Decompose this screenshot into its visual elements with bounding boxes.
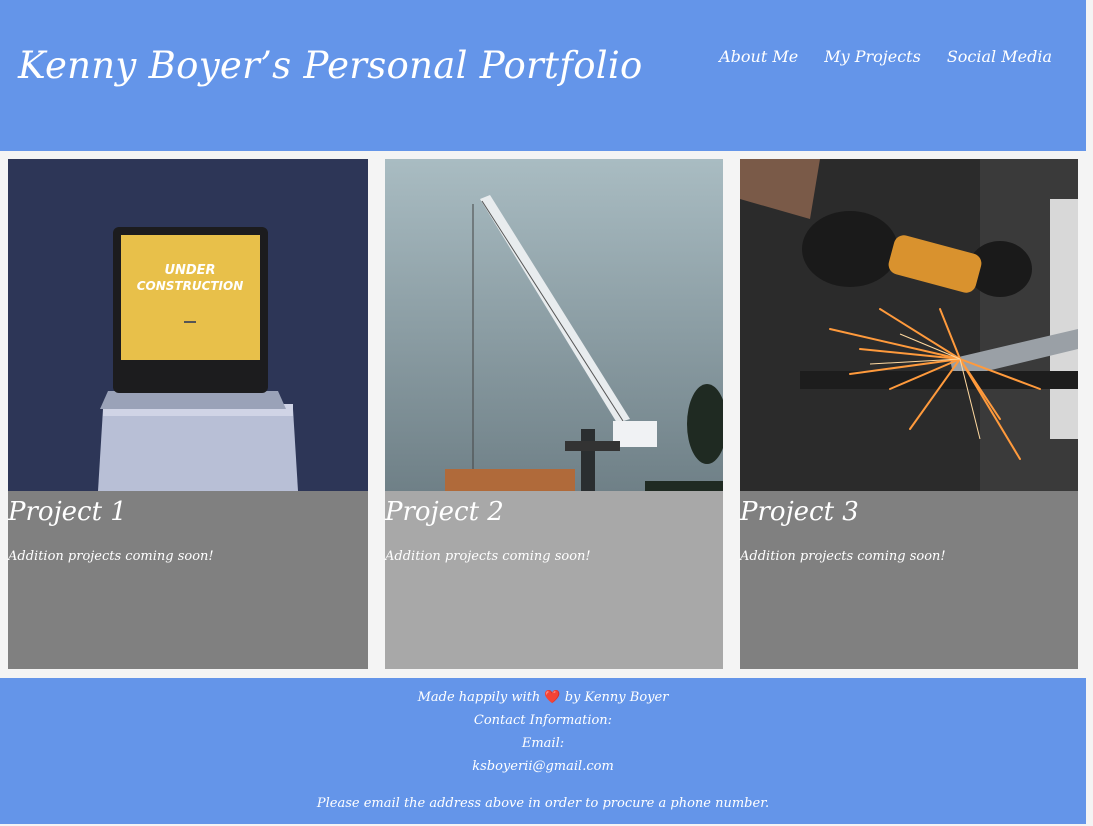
heart-icon: ❤️ [544,690,561,705]
project-1-text: Addition projects coming soon! [8,549,214,564]
phone-note: Please email the address above in order … [316,796,770,811]
site-header: Kenny Boyer’s Personal Portfolio About M… [0,0,1086,151]
nav-social-media[interactable]: Social Media [947,47,1052,66]
project-card-3[interactable]: Project 3 Addition projects coming soon! [740,159,1078,669]
made-with-line: Made happily with ❤️ by Kenny Boyer [0,690,1086,705]
page-edge [1086,0,1093,826]
photo-text-construction: CONSTRUCTION [137,279,244,293]
photo-text-under: UNDER [164,263,215,278]
site-footer: Made happily with ❤️ by Kenny Boyer Cont… [0,678,1086,824]
email-address[interactable]: ksboyerii@gmail.com [0,759,1086,774]
project-3-text: Addition projects coming soon! [740,549,946,564]
project-2-title: Project 2 [385,497,504,527]
project-2-photo [385,159,723,491]
project-3-photo [740,159,1078,491]
project-2-text: Addition projects coming soon! [385,549,591,564]
project-card-1[interactable]: UNDER CONSTRUCTION Project 1 Addition pr… [8,159,368,669]
main-nav: About Me My Projects Social Media [719,47,1052,66]
contact-label: Contact Information: [473,713,613,728]
project-3-title: Project 3 [740,497,859,527]
made-suffix: by Kenny Boyer [564,690,669,705]
project-card-2[interactable]: Project 2 Addition projects coming soon! [385,159,723,669]
nav-about-me[interactable]: About Me [719,47,798,66]
project-1-title: Project 1 [8,497,127,527]
nav-my-projects[interactable]: My Projects [824,47,921,66]
page-title: Kenny Boyer’s Personal Portfolio [18,44,643,87]
project-1-photo: UNDER CONSTRUCTION [8,159,368,491]
made-prefix: Made happily with [417,690,541,705]
email-label: Email: [521,736,565,751]
